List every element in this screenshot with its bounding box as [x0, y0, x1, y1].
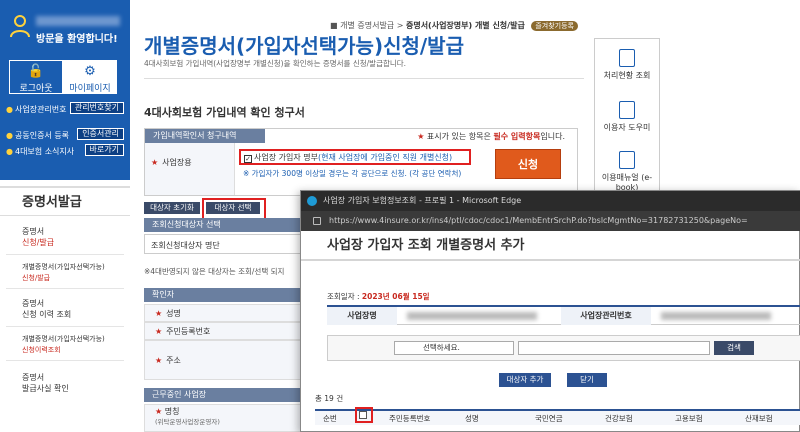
close-popup-button[interactable]: 닫기 — [567, 373, 607, 387]
nav-item-cert-verify[interactable]: 증명서 발급사실 확인 — [22, 372, 69, 394]
quick-menu: 처리현황 조회 이용자 도우미 이용매뉴얼 (e-book) — [594, 38, 660, 198]
document-search-icon — [619, 49, 635, 67]
popup-header: 사업장 가입자 조회 개별증명서 추가 — [301, 231, 800, 261]
quick-menu-status[interactable]: 처리현황 조회 — [595, 49, 659, 81]
request-table-header: 가입내역확인서 청구내역 — [145, 129, 265, 143]
popup-url-bar[interactable]: https://www.4insure.or.kr/ins4/ptl/cdoc/… — [301, 211, 800, 231]
logout-button[interactable]: 🔓 로그아웃 — [9, 60, 63, 94]
user-name-blurred — [36, 16, 120, 26]
reset-target-button[interactable]: 대상자 초기화 — [144, 202, 200, 214]
newsletter-goto-button[interactable]: 바로가기 — [84, 144, 124, 156]
nav-divider — [6, 288, 124, 289]
lock-icon: 🔓 — [27, 64, 45, 79]
target-list-row: 조회신청대상자 명단 — [144, 234, 304, 254]
popup-titlebar: 사업장 가입자 보험정보조회 - 프로필 1 - Microsoft Edge — [301, 191, 800, 211]
title-divider — [144, 78, 584, 79]
col-header-health: 건강보험 — [605, 414, 633, 423]
col-header-rrn: 주민등록번호 — [389, 414, 431, 423]
nav-title: 증명서발급 — [0, 186, 130, 216]
find-mgmt-no-button[interactable]: 관리번호찾기 — [69, 102, 124, 114]
workplace-no-label: 사업장관리번호 — [561, 307, 651, 325]
cert-note: ※ 가입자가 300명 이상일 경우는 각 공단으로 신청. (각 공단 연락처… — [243, 169, 462, 178]
col-header-employment: 고용보험 — [675, 414, 703, 423]
unreported-note: ※4대반영되지 않은 대상자는 조회/선택 되지 — [144, 267, 285, 276]
sidebar-link-newsletter: ● 4대보험 소식지사 — [6, 147, 75, 156]
bookmark-button[interactable]: 즐겨찾기등록 — [531, 21, 578, 31]
help-icon — [619, 101, 635, 119]
select-all-checkbox[interactable] — [359, 411, 367, 419]
confirmer-rrn-row: ★ 주민등록번호 — [144, 322, 304, 340]
sidebar-link-mgmt-no: ● 사업장관리번호 — [6, 105, 67, 114]
quick-menu-manual[interactable]: 이용매뉴얼 (e-book) — [595, 151, 659, 192]
workplace-header: 근무중인 사업장 — [144, 388, 304, 402]
left-sidebar: 방문을 환영합니다! 🔓 로그아웃 ⚙ 마이페이지 ● 사업장관리번호 관리번호찾… — [0, 0, 130, 432]
page-description: 4대사회보험 가입내역(사업장명부 개별신청)을 확인하는 증명서를 신청/발급… — [144, 59, 407, 68]
workplace-name-label: 사업장명 — [327, 307, 397, 325]
col-header-pension: 국민연금 — [535, 414, 563, 423]
total-count: 총 19 건 — [315, 394, 344, 403]
popup-url: https://www.4insure.or.kr/ins4/ptl/cdoc/… — [329, 216, 748, 225]
popup-info-table: 사업장명 사업장관리번호 — [327, 305, 800, 325]
col-header-seq: 순번 — [323, 414, 337, 423]
welcome-message: 방문을 환영합니다! — [36, 34, 118, 45]
confirmer-address-row: ★ 주소 — [144, 340, 304, 380]
search-button[interactable]: 검색 — [714, 341, 754, 355]
manual-book-icon — [619, 151, 635, 169]
popup-window: 사업장 가입자 보험정보조회 - 프로필 1 - Microsoft Edge … — [300, 190, 800, 432]
logout-label: 로그아웃 — [19, 84, 53, 94]
search-row: 선택하세요. 검색 — [327, 335, 800, 361]
mypage-button[interactable]: ⚙ 마이페이지 — [63, 60, 117, 94]
inquiry-date: 조회일자 : 2023년 06월 15일 — [327, 292, 430, 301]
nav-divider — [6, 360, 124, 361]
user-box: 방문을 환영합니다! 🔓 로그아웃 ⚙ 마이페이지 ● 사업장관리번호 관리번호찾… — [0, 0, 130, 180]
breadcrumb-root[interactable]: 개별 증명서발급 — [340, 21, 394, 30]
col-header-name: 성명 — [465, 414, 479, 423]
search-type-select[interactable]: 선택하세요. — [394, 341, 514, 355]
apply-button[interactable]: 신청 — [495, 149, 561, 179]
workplace-name-value-blurred — [407, 312, 537, 320]
workplace-name-row: ★ 명칭 (위탁운영사업장운영자) — [144, 404, 304, 432]
nav-divider — [6, 254, 124, 255]
sidebar-link-cert-register: ● 공동인증서 등록 — [6, 131, 70, 140]
workplace-no-value-blurred — [661, 312, 771, 320]
search-input[interactable] — [518, 341, 710, 355]
confirmer-header: 확인자 — [144, 288, 304, 302]
page-title: 개별증명서(가입자선택가능)신청/발급 — [144, 34, 464, 58]
nav-item-cert-history[interactable]: 증명서 신청 이력 조회 — [22, 298, 71, 320]
mypage-label: 마이페이지 — [69, 84, 111, 94]
cert-option-checkbox[interactable]: ✓ 사업장 가입자 명부(현재 사업장에 가입중인 직원 개별신청) — [239, 149, 471, 165]
section-title: 4대사회보험 가입내역 확인 청구서 — [144, 106, 305, 119]
target-list-header: 조회신청대상자 선택 — [144, 218, 304, 232]
add-target-button[interactable]: 대상자 추가 — [499, 373, 551, 387]
required-note: ★ 표시가 있는 항목은 필수 입력항목입니다. — [417, 132, 565, 141]
user-avatar-icon — [10, 15, 30, 38]
lock-icon — [313, 217, 321, 225]
nav-item-cert-apply[interactable]: 증명서 신청/발급 — [22, 226, 54, 248]
workplace-type-label: ★ 사업장용 — [145, 143, 235, 195]
popup-grid-header: 순번 주민등록번호 성명 국민연금 건강보험 고용보험 산재보험 — [315, 409, 800, 425]
request-table: 가입내역확인서 청구내역 ★ 표시가 있는 항목은 필수 입력항목입니다. ★ 사… — [144, 128, 578, 196]
checkbox-checked-icon[interactable]: ✓ — [244, 155, 252, 163]
confirmer-name-row: ★ 성명 — [144, 304, 304, 322]
nav-item-individual-cert-history[interactable]: 개별증명서(가입자선택가능) 신청이력조회 — [22, 334, 105, 356]
nav-item-individual-cert-apply[interactable]: 개별증명서(가입자선택가능) 신청/발급 — [22, 262, 105, 284]
edge-browser-icon — [307, 196, 317, 206]
col-header-industrial: 산재보험 — [745, 414, 773, 423]
nav-divider — [6, 326, 124, 327]
popup-window-title: 사업장 가입자 보험정보조회 - 프로필 1 - Microsoft Edge — [323, 196, 522, 205]
gear-icon: ⚙ — [84, 64, 96, 79]
home-icon: ■ — [330, 21, 338, 30]
cert-manage-button[interactable]: 인증서관리 — [77, 128, 124, 140]
quick-menu-helper[interactable]: 이용자 도우미 — [595, 101, 659, 133]
breadcrumb-current: 증명서(사업장명부) 개별 신청/발급 — [405, 21, 525, 30]
